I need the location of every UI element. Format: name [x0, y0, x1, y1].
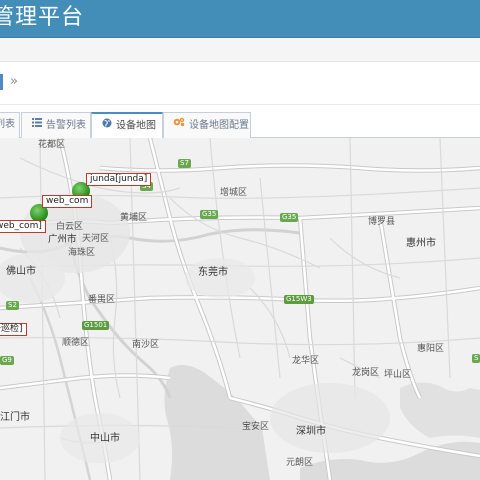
map-label-panyu: 番禺区 — [88, 295, 116, 305]
breadcrumb-item-edge[interactable] — [0, 74, 3, 90]
map-label-zhongshan: 中山市 — [90, 433, 120, 444]
device-map-page: 管理平台 » 列表 告警列表 设备地图 设备地图配置 — [0, 0, 480, 480]
map-label-boluo: 博罗县 — [368, 217, 396, 227]
app-header: 管理平台 — [0, 0, 480, 38]
highway-shield-g1501: G1501 — [82, 321, 110, 330]
map-label-zengcheng: 增城区 — [220, 188, 248, 198]
tab-device-map-config[interactable]: 设备地图配置 — [163, 112, 251, 138]
map-label-longgang: 龙岗区 — [352, 368, 380, 378]
map-label-guangzhou: 广州市 — [48, 234, 77, 245]
highway-shield-s7: S7 — [178, 159, 191, 168]
highway-shield-s: S — [472, 354, 480, 363]
map-label-yuenlong: 元朗区 — [286, 458, 314, 468]
device-label[interactable]: junda[junda] — [86, 173, 152, 186]
highway-shield-g15w3: G15W3 — [284, 295, 314, 304]
map-label-baiyun: 白云区 — [56, 222, 84, 232]
breadcrumb-separator: » — [10, 74, 18, 89]
device-map[interactable]: 花都区 黄埔区 增城区 博罗县 惠州市 白云区 广州市 天河区 海珠区 佛山市 … — [0, 138, 480, 480]
tab-device-map[interactable]: 设备地图 — [91, 112, 163, 139]
tab-device-map-label: 设备地图 — [116, 120, 156, 132]
highway-shield-g9: G9 — [0, 356, 14, 365]
map-label-huangpu: 黄埔区 — [120, 213, 148, 223]
map-label-foshan: 佛山市 — [6, 266, 36, 277]
globe-icon — [102, 114, 112, 137]
map-label-shenzhen: 深圳市 — [296, 426, 326, 437]
map-label-dongguan: 东莞市 — [198, 267, 228, 278]
device-label[interactable]: web_com — [42, 195, 93, 208]
highway-shield-s2: S2 — [6, 301, 19, 310]
tab-device-list-label: 列表 — [0, 119, 15, 130]
map-label-huiyang: 惠阳区 — [417, 344, 445, 354]
toolbar-band — [0, 38, 480, 62]
device-label[interactable]: web_com] — [0, 220, 46, 233]
highway-shield-g35-a: G35 — [200, 210, 219, 219]
highway-shield-g35-b: G35 — [280, 213, 299, 222]
map-label-baoan: 宝安区 — [242, 422, 270, 432]
map-label-jiangmen: 江门市 — [0, 412, 30, 423]
tab-alarm-list[interactable]: 告警列表 — [21, 112, 91, 138]
map-label-shunde: 顺德区 — [62, 338, 90, 348]
map-label-huadu: 花都区 — [38, 140, 66, 150]
tab-device-map-config-label: 设备地图配置 — [189, 120, 249, 131]
tab-alarm-list-label: 告警列表 — [46, 120, 86, 131]
app-title: 管理平台 — [0, 5, 85, 30]
device-label[interactable]: 备巡检] — [0, 323, 27, 336]
breadcrumb — [0, 63, 480, 105]
tab-device-list[interactable]: 列表 — [0, 112, 20, 138]
map-label-tianhe: 天河区 — [82, 234, 110, 244]
map-label-pingshan: 坪山区 — [384, 370, 412, 380]
map-label-huizhou: 惠州市 — [406, 238, 436, 249]
list-icon — [32, 113, 42, 137]
cogs-icon — [173, 113, 185, 137]
map-label-haizhu: 海珠区 — [68, 248, 96, 258]
map-label-longhua: 龙华区 — [292, 356, 320, 366]
map-label-nansha: 南沙区 — [132, 340, 160, 350]
